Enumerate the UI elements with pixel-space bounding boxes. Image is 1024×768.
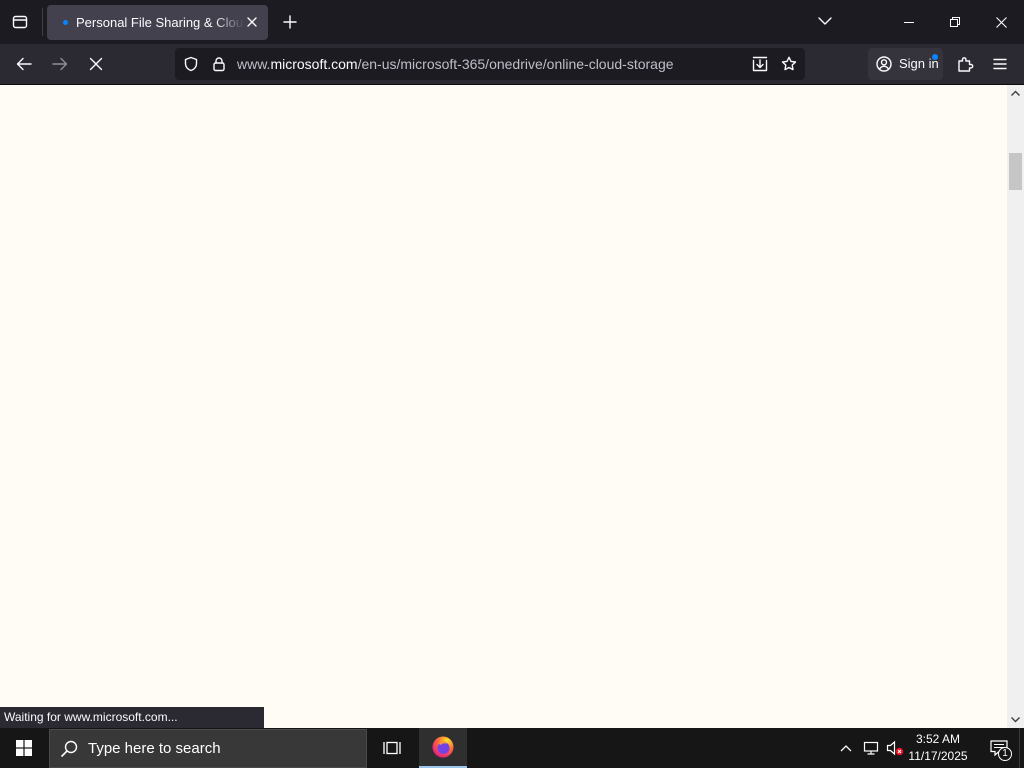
task-view-icon (383, 741, 401, 755)
firefox-view-button[interactable] (4, 6, 36, 38)
extensions-icon (958, 57, 974, 72)
volume-muted-icon (886, 740, 904, 756)
tab-loading-icon (63, 20, 68, 25)
menu-button[interactable] (984, 48, 1016, 80)
action-center-button[interactable]: 1 (978, 728, 1018, 768)
chevron-up-icon (840, 745, 852, 752)
minimize-icon (904, 22, 914, 23)
new-tab-button[interactable] (274, 6, 306, 38)
clock-time: 3:52 AM (915, 732, 961, 746)
back-button[interactable] (8, 48, 40, 80)
restore-button[interactable] (932, 0, 978, 44)
network-button[interactable] (859, 728, 883, 768)
sign-in-label: Sign in (899, 56, 939, 71)
new-tab-icon (283, 15, 297, 29)
sign-in-button[interactable]: Sign in (868, 48, 943, 80)
firefox-view-icon (12, 15, 28, 29)
list-all-tabs-button[interactable] (809, 5, 841, 37)
tracking-protection-button[interactable] (179, 52, 203, 76)
search-icon (60, 740, 78, 758)
url-prefix: www. (237, 56, 271, 72)
url-domain: microsoft.com (270, 56, 358, 72)
vertical-scrollbar[interactable] (1007, 85, 1024, 728)
window-close-icon (995, 16, 1007, 28)
taskbar-search-box[interactable]: Type here to search (49, 729, 367, 768)
page-content (0, 85, 1007, 728)
restore-icon (950, 17, 960, 27)
tab-title: Personal File Sharing & Cloud S (76, 15, 244, 30)
show-hidden-icons-button[interactable] (834, 728, 858, 768)
taskbar: Type here to search 3:52 AM 11/17/2025 1 (0, 728, 1024, 768)
window-close-button[interactable] (978, 0, 1024, 44)
show-desktop-button[interactable] (1019, 728, 1024, 768)
minimize-button[interactable] (886, 0, 932, 44)
site-info-button[interactable] (207, 52, 231, 76)
list-all-tabs-icon (818, 17, 832, 25)
stop-button[interactable] (80, 48, 112, 80)
url-path: /en-us/microsoft-365/onedrive/online-clo… (357, 56, 674, 72)
bookmark-star-icon (781, 56, 797, 71)
windows-start-icon (16, 740, 32, 756)
notification-count-badge: 1 (998, 747, 1012, 761)
url-text[interactable]: www.microsoft.com/en-us/microsoft-365/on… (237, 48, 674, 80)
shield-icon (184, 56, 198, 72)
tab-close-icon (247, 17, 257, 27)
back-icon (16, 57, 32, 71)
tab-strip: Personal File Sharing & Cloud S (0, 0, 1024, 44)
sign-in-notification-dot (932, 54, 938, 60)
account-icon (876, 56, 892, 72)
save-page-button[interactable] (748, 52, 772, 76)
tab-close-button[interactable] (240, 10, 264, 34)
save-page-icon (752, 56, 768, 72)
address-bar[interactable]: www.microsoft.com/en-us/microsoft-365/on… (175, 48, 805, 80)
task-view-button[interactable] (368, 728, 416, 768)
start-button[interactable] (0, 728, 48, 768)
stop-icon (89, 57, 103, 71)
firefox-icon (432, 736, 454, 758)
status-panel: Waiting for www.microsoft.com... (0, 707, 264, 728)
tab-active[interactable]: Personal File Sharing & Cloud S (47, 5, 268, 40)
navigation-toolbar: www.microsoft.com/en-us/microsoft-365/on… (0, 44, 1024, 85)
bookmark-button[interactable] (777, 52, 801, 76)
scroll-up-icon (1011, 90, 1020, 96)
forward-icon (52, 57, 68, 71)
menu-icon (993, 58, 1007, 70)
network-icon (863, 741, 879, 755)
search-placeholder: Type here to search (88, 740, 221, 757)
scroll-down-icon (1011, 717, 1020, 723)
scroll-down-button[interactable] (1007, 713, 1024, 727)
lock-icon (213, 57, 225, 72)
tab-separator (42, 8, 43, 36)
scroll-up-button[interactable] (1007, 86, 1024, 100)
clock-date: 11/17/2025 (908, 749, 968, 763)
taskbar-clock[interactable]: 3:52 AM 11/17/2025 (903, 728, 973, 768)
extensions-button[interactable] (949, 48, 981, 80)
scroll-thumb[interactable] (1009, 153, 1022, 190)
forward-button[interactable] (44, 48, 76, 80)
firefox-taskbar-button[interactable] (419, 728, 467, 768)
